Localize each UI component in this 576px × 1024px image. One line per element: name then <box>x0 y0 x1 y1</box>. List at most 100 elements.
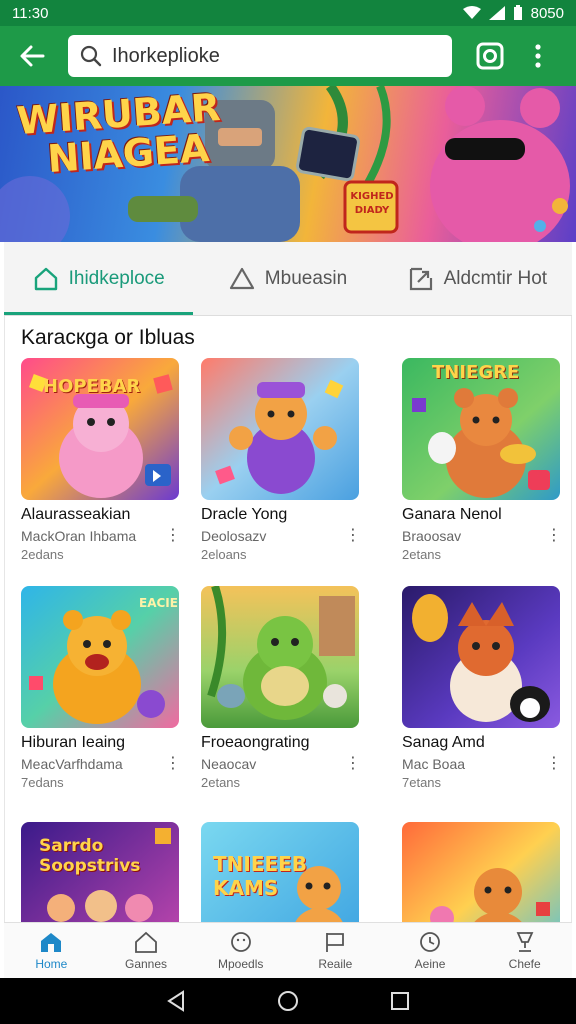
game-title: Dracle Yong <box>201 506 288 523</box>
search-box[interactable] <box>68 35 452 77</box>
game-meta: 2eloans <box>201 547 247 562</box>
wifi-icon <box>462 6 481 19</box>
card-more-icon[interactable]: ⋮ <box>165 528 181 544</box>
game-title: Sanag Amd <box>402 734 485 751</box>
more-options-button[interactable] <box>526 36 550 76</box>
game-meta: 7etans <box>402 775 442 790</box>
card-more-icon[interactable]: ⋮ <box>345 756 361 772</box>
tab-label: Aldcmtir Hot <box>443 267 548 289</box>
battery-icon <box>513 5 522 20</box>
nav-chefe[interactable]: Chefe <box>477 923 572 978</box>
game-thumbnail[interactable] <box>402 586 560 728</box>
battery-level: 8050 <box>530 4 564 22</box>
game-thumbnail[interactable] <box>201 358 359 500</box>
game-card[interactable]: Sanag Amd Mac Boaa ⋮ 7etans <box>402 586 562 790</box>
card-more-icon[interactable]: ⋮ <box>546 528 562 544</box>
nav-label: Reaile <box>318 956 353 971</box>
game-thumbnail[interactable]: Sarrdo Soopstrivs <box>21 822 179 922</box>
tab-label: Mbueasin <box>264 267 348 289</box>
category-tabs: Ihidkeploce Mbueasin Aldcmtir Hot <box>4 242 572 316</box>
tab-label: Ihidkeploce <box>68 267 165 289</box>
game-meta: 2edans <box>21 547 64 562</box>
game-thumbnail[interactable] <box>402 822 560 922</box>
triangle-back-icon <box>167 990 184 1012</box>
clock-icon <box>420 931 440 952</box>
game-card[interactable]: Dracle Yong Deolosazv ⋮ 2eloans <box>201 358 361 562</box>
game-art-title: HOPEBAR <box>43 376 141 397</box>
game-art-title: TNIEEEB KAMS <box>213 852 308 900</box>
more-vertical-icon <box>535 44 541 68</box>
tab-museum[interactable]: Mbueasin <box>193 242 382 315</box>
game-card[interactable]: TNIEGRE Ganara Nenol Braoosav ⋮ 2etans <box>402 358 562 562</box>
search-input[interactable] <box>112 44 432 68</box>
game-title: Hiburan Ieaing <box>21 734 126 751</box>
game-thumbnail[interactable] <box>201 586 359 728</box>
system-back-button[interactable] <box>161 986 191 1016</box>
nav-aeine[interactable]: Aeine <box>383 923 478 978</box>
card-more-icon[interactable]: ⋮ <box>345 528 361 544</box>
game-art-title: EACIE <box>139 596 178 610</box>
flag-icon <box>326 932 345 952</box>
game-developer: Neaocav <box>201 756 257 772</box>
game-meta: 2etans <box>402 547 442 562</box>
back-button[interactable] <box>12 36 52 76</box>
game-card[interactable]: EACIE Hiburan Ieaing MeacVarfhdama ⋮ 7eda… <box>21 586 181 790</box>
game-developer: Deolosazv <box>201 528 267 544</box>
status-icons: 8050 <box>462 4 564 22</box>
status-bar: 11:30 8050 <box>0 0 576 26</box>
game-grid: Karacкga or Ibluas HOPEBAR Alaurasseakia… <box>4 316 572 922</box>
banner-badge: KIGHED DIADY <box>350 191 394 216</box>
game-developer: MackOran Ihbama <box>21 528 137 544</box>
game-thumbnail[interactable]: TNIEEEB KAMS <box>201 822 359 922</box>
game-thumbnail[interactable]: EACIE <box>21 586 179 728</box>
game-meta: 7edans <box>21 775 64 790</box>
camera-icon <box>476 42 504 70</box>
game-art-title: TNIEGRE <box>432 362 520 383</box>
smile-icon <box>230 931 251 952</box>
section-title: Karacкga or Ibluas <box>21 326 195 349</box>
trophy-icon <box>516 931 534 952</box>
nav-games[interactable]: Gannes <box>99 923 194 978</box>
triangle-icon <box>229 267 254 289</box>
game-meta: 2etans <box>201 775 241 790</box>
camera-button[interactable] <box>472 38 508 74</box>
square-recents-icon <box>391 992 409 1010</box>
system-home-button[interactable] <box>273 986 303 1016</box>
nav-home[interactable]: Home <box>4 923 99 978</box>
nav-label: Home <box>35 956 68 971</box>
game-developer: Braoosav <box>402 528 462 544</box>
app-bar <box>0 26 576 86</box>
system-recents-button[interactable] <box>385 986 415 1016</box>
nav-label: Mpoedls <box>218 956 264 971</box>
game-card[interactable] <box>402 822 562 922</box>
arrow-left-icon <box>20 45 45 67</box>
tab-marketplace[interactable]: Ihidkeploce <box>4 242 194 315</box>
bottom-navigation: Home Gannes Mpoedls Reaile Aeine Chefe <box>4 922 572 978</box>
nav-label: Gannes <box>124 956 168 971</box>
circle-home-icon <box>278 991 298 1011</box>
game-card[interactable]: TNIEEEB KAMS <box>201 822 361 922</box>
game-title: Alaurasseakian <box>21 506 131 523</box>
game-card[interactable]: Froeaongrating Neaocav ⋮ 2etans <box>201 586 361 790</box>
tab-hot[interactable]: Aldcmtir Hot <box>383 242 572 315</box>
card-more-icon[interactable]: ⋮ <box>165 756 181 772</box>
games-icon <box>135 931 157 953</box>
nav-models[interactable]: Mpoedls <box>193 923 288 978</box>
game-art-title: Sarrdo Soopstrivs <box>39 836 141 876</box>
status-time: 11:30 <box>12 4 49 22</box>
nav-label: Chefe <box>508 956 541 971</box>
game-thumbnail[interactable]: TNIEGRE <box>402 358 560 500</box>
search-icon <box>80 45 102 67</box>
nav-reaile[interactable]: Reaile <box>288 923 383 978</box>
game-thumbnail[interactable]: HOPEBAR <box>21 358 179 500</box>
game-title: Ganara Nenol <box>402 506 502 523</box>
share-icon <box>409 267 432 290</box>
nav-label: Aeine <box>414 956 446 971</box>
promo-banner[interactable]: WIRUBAR NIAGEA KIGHED DIADY <box>0 86 576 242</box>
card-more-icon[interactable]: ⋮ <box>546 756 562 772</box>
game-card[interactable]: HOPEBAR Alaurasseakian MackOran Ihbama ⋮ … <box>21 358 181 562</box>
home-icon <box>41 932 62 952</box>
signal-icon <box>488 6 505 20</box>
game-card[interactable]: Sarrdo Soopstrivs <box>21 822 181 922</box>
game-title: Froeaongrating <box>201 734 310 751</box>
